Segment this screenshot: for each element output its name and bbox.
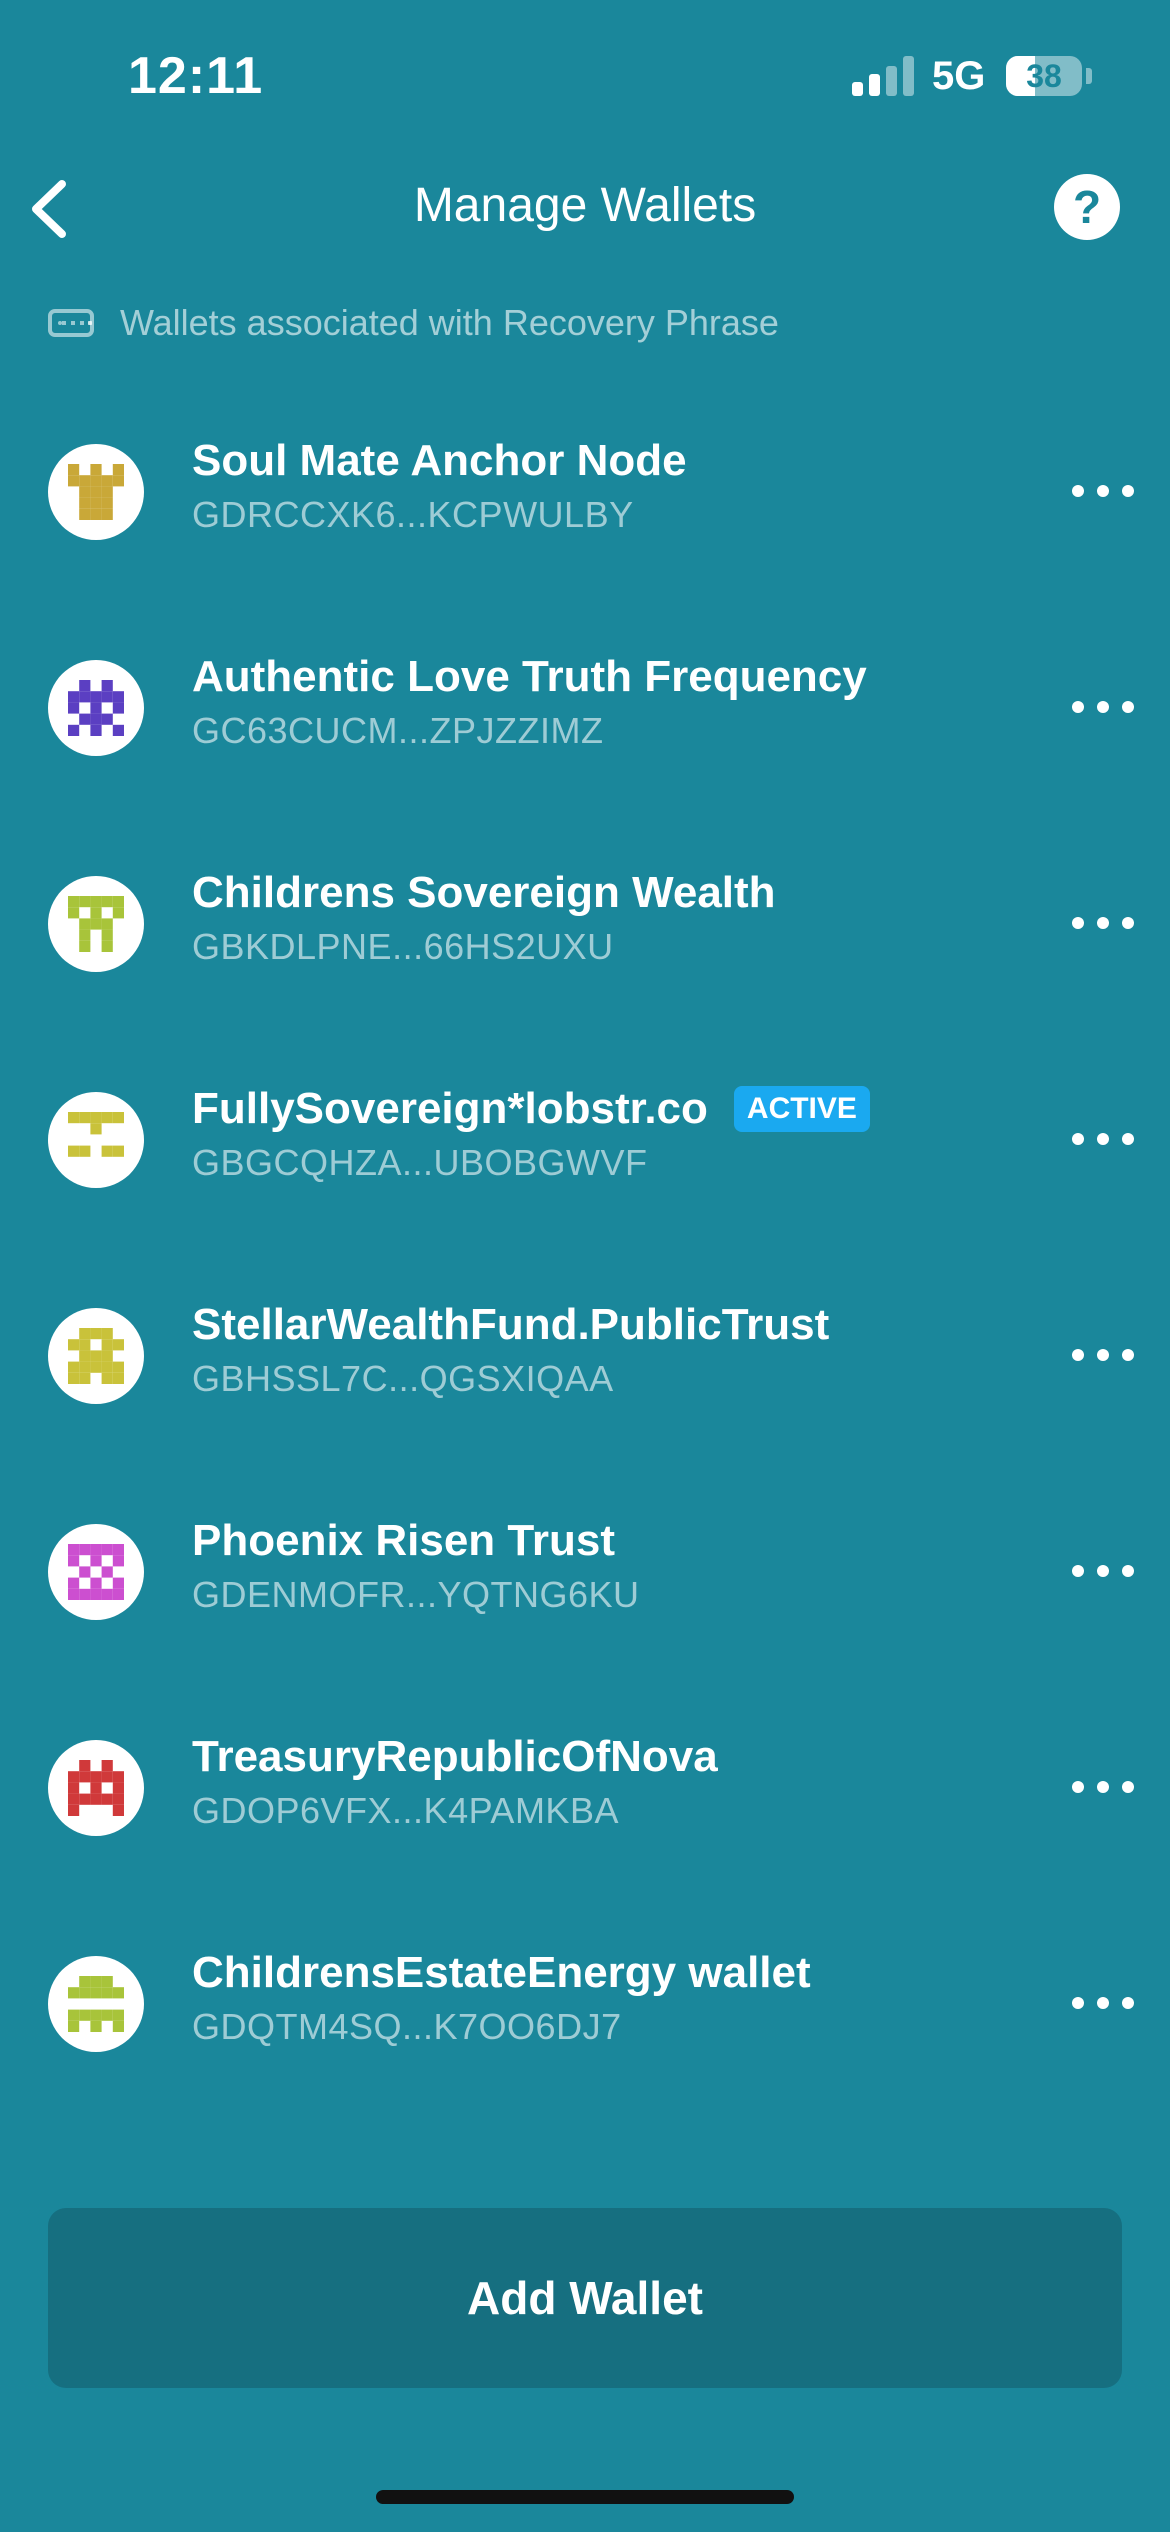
wallet-avatar-icon <box>48 1092 144 1188</box>
wallet-row[interactable]: ChildrensEstateEnergy wallet GDQTM4SQ...K… <box>0 1892 1170 2108</box>
wallet-avatar-icon <box>48 876 144 972</box>
page-title: Manage Wallets <box>413 179 757 232</box>
identicon-icon <box>68 1760 124 1816</box>
wallet-name: Phoenix Risen Trust <box>192 1516 615 1565</box>
section-label: Wallets associated with Recovery Phrase <box>120 302 779 343</box>
wallet-name: FullySovereign*lobstr.co <box>192 1084 708 1133</box>
wallet-name: Authentic Love Truth Frequency <box>192 652 867 701</box>
home-indicator[interactable] <box>376 2490 794 2504</box>
wallet-name-row: Phoenix Risen Trust <box>192 1516 615 1566</box>
wallet-address: GBGCQHZA...UBOBGWVF <box>192 1142 648 1183</box>
status-bar: 12:11 5G 38 <box>0 0 1170 150</box>
wallet-row[interactable]: Soul Mate Anchor Node GDRCCXK6...KCPWULBY <box>0 380 1170 596</box>
manage-wallets-screen: 12:11 5G 38 Manage Wallets ? Wallets ass… <box>0 0 1170 2532</box>
network-type: 5G <box>932 54 986 98</box>
wallet-name: Soul Mate Anchor Node <box>192 436 687 485</box>
wallet-row[interactable]: Childrens Sovereign Wealth GBKDLPNE...66H… <box>0 812 1170 1028</box>
cellular-signal-icon <box>852 56 916 96</box>
active-badge: ACTIVE <box>733 1086 870 1132</box>
identicon-icon <box>68 464 124 520</box>
wallet-name: TreasuryRepublicOfNova <box>192 1732 718 1781</box>
more-options-icon[interactable] <box>1072 1988 1134 2018</box>
section-header: Wallets associated with Recovery Phrase <box>48 298 779 348</box>
wallet-avatar-icon <box>48 1956 144 2052</box>
battery-icon: 38 <box>1006 56 1082 96</box>
identicon-icon <box>68 1112 124 1157</box>
wallet-name-row: Authentic Love Truth Frequency <box>192 652 867 702</box>
battery-percent: 38 <box>1026 58 1062 94</box>
identicon-icon <box>68 896 124 952</box>
navigation-bar: Manage Wallets ? <box>0 150 1170 266</box>
identicon-icon <box>68 680 124 736</box>
more-options-icon[interactable] <box>1072 1772 1134 1802</box>
wallet-address: GDQTM4SQ...K7OO6DJ7 <box>192 2006 622 2047</box>
wallet-avatar-icon <box>48 660 144 756</box>
more-options-icon[interactable] <box>1072 1556 1134 1586</box>
wallet-address: GDRCCXK6...KCPWULBY <box>192 494 634 535</box>
battery-tip <box>1086 68 1092 84</box>
wallet-name: Childrens Sovereign Wealth <box>192 868 776 917</box>
wallet-name: StellarWealthFund.PublicTrust <box>192 1300 830 1349</box>
wallet-avatar-icon <box>48 1308 144 1404</box>
wallet-address: GDOP6VFX...K4PAMKBA <box>192 1790 619 1831</box>
identicon-icon <box>68 1976 124 2032</box>
identicon-icon <box>68 1544 124 1600</box>
wallet-name-row: FullySovereign*lobstr.co ACTIVE <box>192 1084 870 1134</box>
identicon-icon <box>68 1328 124 1384</box>
more-options-icon[interactable] <box>1072 692 1134 722</box>
wallet-row[interactable]: StellarWealthFund.PublicTrust GBHSSL7C...… <box>0 1244 1170 1460</box>
wallet-avatar-icon <box>48 1524 144 1620</box>
status-time: 12:11 <box>128 47 264 105</box>
keyboard-icon <box>48 309 94 337</box>
wallet-avatar-icon <box>48 1740 144 1836</box>
wallet-row[interactable]: TreasuryRepublicOfNova GDOP6VFX...K4PAMKB… <box>0 1676 1170 1892</box>
wallet-name: ChildrensEstateEnergy wallet <box>192 1948 811 1997</box>
wallet-name-row: StellarWealthFund.PublicTrust <box>192 1300 829 1350</box>
wallet-name-row: Soul Mate Anchor Node <box>192 436 687 486</box>
wallet-name-row: Childrens Sovereign Wealth <box>192 868 776 918</box>
more-options-icon[interactable] <box>1072 1340 1134 1370</box>
wallet-address: GC63CUCM...ZPJZZIMZ <box>192 710 604 751</box>
wallet-address: GBKDLPNE...66HS2UXU <box>192 926 614 967</box>
wallet-row[interactable]: Authentic Love Truth Frequency GC63CUCM..… <box>0 596 1170 812</box>
help-button[interactable]: ? <box>1054 174 1120 240</box>
more-options-icon[interactable] <box>1072 1124 1134 1154</box>
add-wallet-button[interactable]: Add Wallet <box>48 2208 1122 2388</box>
wallet-avatar-icon <box>48 444 144 540</box>
wallet-row[interactable]: FullySovereign*lobstr.co ACTIVE GBGCQHZA..… <box>0 1028 1170 1244</box>
more-options-icon[interactable] <box>1072 908 1134 938</box>
wallet-name-row: TreasuryRepublicOfNova <box>192 1732 718 1782</box>
wallet-address: GDENMOFR...YQTNG6KU <box>192 1574 640 1615</box>
wallet-name-row: ChildrensEstateEnergy wallet <box>192 1948 811 1998</box>
wallet-address: GBHSSL7C...QGSXIQAA <box>192 1358 614 1399</box>
wallet-row[interactable]: Phoenix Risen Trust GDENMOFR...YQTNG6KU <box>0 1460 1170 1676</box>
more-options-icon[interactable] <box>1072 476 1134 506</box>
